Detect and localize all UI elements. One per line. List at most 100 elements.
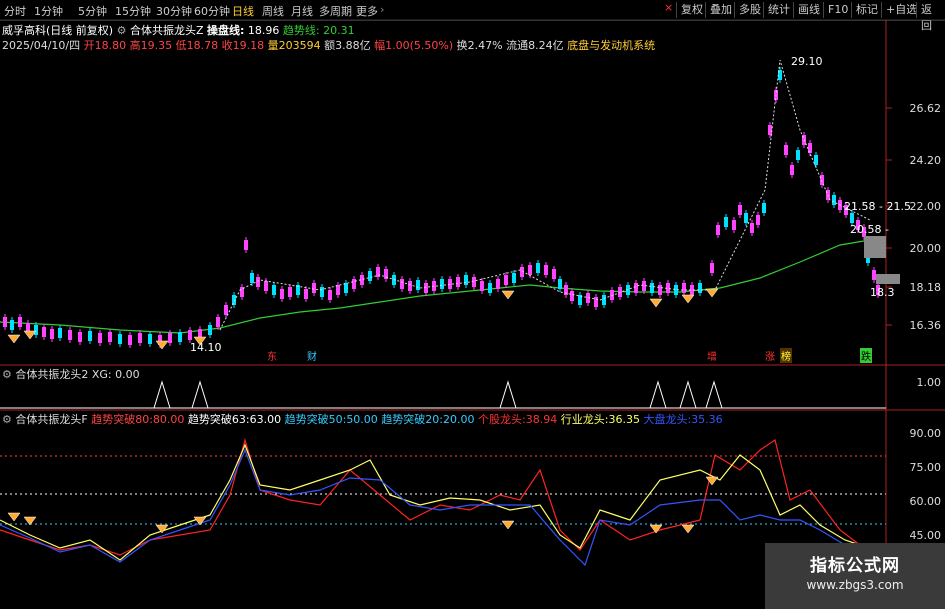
diamond-signal-icon xyxy=(501,520,515,530)
gear-icon[interactable]: ⚙ xyxy=(2,368,12,381)
diamond-signal-icon xyxy=(681,294,695,304)
sub2-title[interactable]: 合体共振龙头F xyxy=(15,413,87,426)
right-annotation-low: 18.3 xyxy=(870,286,895,299)
sub2-item-label: 大盘龙头: xyxy=(643,413,692,426)
candle-body xyxy=(464,275,468,285)
candle-body xyxy=(416,280,420,290)
diamond-signal-icon xyxy=(649,298,663,308)
sub1-header: ⚙ 合体共振龙头2 XG: 0.00 xyxy=(2,366,140,382)
candle-body xyxy=(570,291,574,301)
candle-body xyxy=(312,283,316,293)
candle-body xyxy=(594,297,598,307)
candle-body xyxy=(768,125,772,135)
signal-label: 榜 xyxy=(780,348,792,363)
candle-body xyxy=(98,333,102,343)
candle-body xyxy=(756,215,760,225)
candle-body xyxy=(42,327,46,337)
kline-chart[interactable] xyxy=(0,0,945,609)
candle-body xyxy=(118,334,122,344)
candle-body xyxy=(814,155,818,165)
candle-body xyxy=(368,271,372,281)
candle-body xyxy=(288,287,292,297)
candle-body xyxy=(634,283,638,293)
candle-body xyxy=(552,269,556,279)
watermark-title: 指标公式网 xyxy=(810,556,900,576)
sub2-item-value: 35.36 xyxy=(691,413,723,426)
candle-body xyxy=(820,175,824,185)
candle-body xyxy=(872,270,876,280)
price-tick: 22.00 xyxy=(909,200,942,213)
candle-body xyxy=(512,273,516,283)
diamond-signal-icon xyxy=(649,524,663,534)
right-annotation-mid: 20.58 - xyxy=(850,223,889,236)
candle-body xyxy=(732,220,736,230)
sub2-item-label: 行业龙头: xyxy=(560,413,609,426)
candle-body xyxy=(328,290,332,300)
candle-body xyxy=(188,330,192,340)
candle-body xyxy=(50,329,54,339)
candle-body xyxy=(716,225,720,235)
price-tick: 20.00 xyxy=(909,242,942,255)
candle-body xyxy=(650,283,654,293)
candle-body xyxy=(784,145,788,155)
candle-body xyxy=(208,325,212,335)
candle-body xyxy=(148,334,152,344)
candle-body xyxy=(440,279,444,289)
candle-body xyxy=(488,283,492,293)
candle-body xyxy=(698,283,702,293)
diamond-signal-icon xyxy=(7,512,21,522)
candle-body xyxy=(10,320,14,330)
candle-body xyxy=(724,217,728,227)
diamond-signal-icon xyxy=(155,340,169,350)
candle-body xyxy=(408,281,412,291)
candle-body xyxy=(832,195,836,205)
candle-body xyxy=(78,332,82,342)
sub2-item-value: 80.00 xyxy=(152,413,185,426)
candle-body xyxy=(472,277,476,287)
candle-body xyxy=(250,273,254,283)
candle-body xyxy=(68,330,72,340)
sub2-item-label: 趋势突破80: xyxy=(91,413,153,426)
sub1-title[interactable]: 合体共振龙头2 xyxy=(15,368,88,381)
price-tick: 26.62 xyxy=(909,102,942,115)
signal-label: 跌 xyxy=(860,348,872,363)
gear-icon[interactable]: ⚙ xyxy=(2,413,12,426)
sub2-item-label: 个股龙头: xyxy=(478,413,526,426)
candle-body xyxy=(3,317,7,327)
candle-body xyxy=(256,277,260,287)
candle-body xyxy=(344,283,348,293)
candle-body xyxy=(658,285,662,295)
candle-body xyxy=(762,203,766,213)
candle-body xyxy=(710,263,714,273)
price-tick: 18.18 xyxy=(909,281,942,294)
candle-body xyxy=(224,305,228,315)
candle-body xyxy=(320,287,324,297)
sub2-item-value: 38.94 xyxy=(525,413,558,426)
candle-body xyxy=(128,335,132,345)
candle-body xyxy=(264,281,268,291)
candle-body xyxy=(790,165,794,175)
candle-body xyxy=(536,263,540,273)
price-tick: 24.20 xyxy=(909,154,942,167)
sub2-item-label: 趋势突破20: xyxy=(381,413,444,426)
candle-body xyxy=(88,331,92,341)
candle-body xyxy=(108,332,112,342)
watermark: 指标公式网 www.zbgs3.com xyxy=(765,543,945,609)
signal-label: 增 xyxy=(707,352,717,363)
sub2-item-value: 20.00 xyxy=(443,413,475,426)
candle-body xyxy=(244,240,248,250)
candle-body xyxy=(304,289,308,299)
candle-body xyxy=(504,275,508,285)
sub2-axis-tick: 90.00 xyxy=(909,427,942,440)
diamond-signal-icon xyxy=(501,290,515,300)
candle-body xyxy=(496,279,500,289)
candle-body xyxy=(138,333,142,343)
candle-body xyxy=(480,281,484,291)
sub1-axis-tick: 1.00 xyxy=(916,376,942,389)
candle-body xyxy=(738,205,742,215)
candle-body xyxy=(682,283,686,293)
signal-label: 财 xyxy=(307,352,317,363)
sub2-axis-tick: 60.00 xyxy=(909,495,942,508)
sub2-item-label: 趋势突破50: xyxy=(284,413,347,426)
diamond-signal-icon xyxy=(681,524,695,534)
